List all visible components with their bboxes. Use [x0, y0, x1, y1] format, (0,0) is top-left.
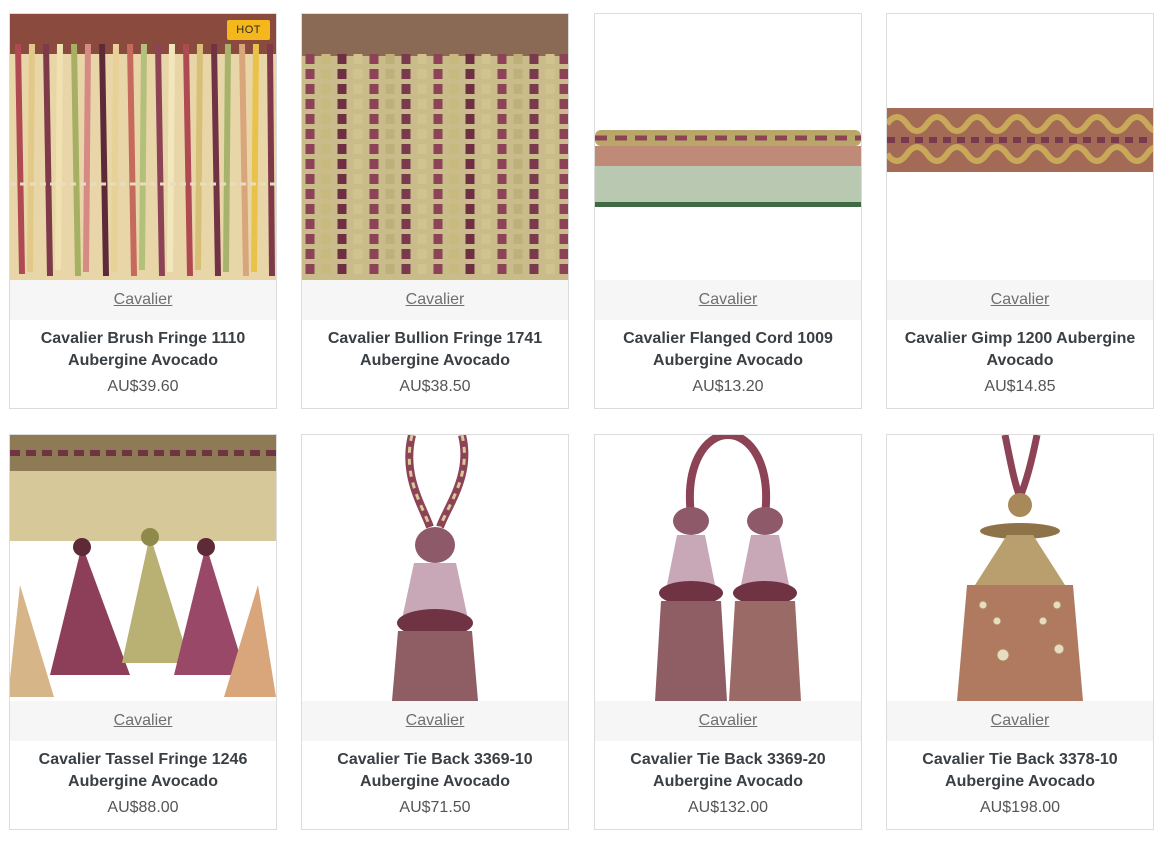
- product-card[interactable]: Cavalier Cavalier Gimp 1200 Aubergine Av…: [886, 13, 1154, 409]
- product-price: AU$132.00: [687, 799, 769, 816]
- product-title-line-2: Aubergine Avocado: [68, 773, 218, 790]
- product-image-tassel-fringe[interactable]: [10, 435, 276, 701]
- product-image-bullion-fringe[interactable]: [302, 14, 568, 280]
- product-title-line-1: Cavalier Tie Back 3369-10: [337, 751, 533, 768]
- product-price: AU$39.60: [107, 378, 179, 395]
- product-title-line-1: Cavalier Tassel Fringe 1246: [38, 751, 248, 768]
- product-grid: HOT Cavalier Cavalier Brush Fringe 1110 …: [0, 0, 1170, 845]
- product-title[interactable]: Cavalier Tie Back 3378-10 Aubergine Avoc…: [891, 749, 1149, 793]
- product-card[interactable]: Cavalier Cavalier Tie Back 3378-10 Auber…: [886, 434, 1154, 830]
- double-tie-back-image: [595, 435, 861, 701]
- product-title-line-2: Aubergine Avocado: [360, 773, 510, 790]
- brand-link[interactable]: Cavalier: [406, 712, 465, 729]
- brand-strip: Cavalier: [887, 701, 1153, 741]
- product-title[interactable]: Cavalier Brush Fringe 1110 Aubergine Avo…: [14, 328, 272, 372]
- brand-link[interactable]: Cavalier: [699, 712, 758, 729]
- brand-strip: Cavalier: [10, 280, 276, 320]
- product-title[interactable]: Cavalier Gimp 1200 Aubergine Avocado: [891, 328, 1149, 372]
- product-card[interactable]: Cavalier Cavalier Tie Back 3369-10 Auber…: [301, 434, 569, 830]
- product-title-line-1: Cavalier Gimp 1200 Aubergine: [904, 330, 1136, 347]
- brand-link[interactable]: Cavalier: [114, 291, 173, 308]
- brand-link[interactable]: Cavalier: [406, 291, 465, 308]
- brand-strip: Cavalier: [302, 280, 568, 320]
- bullion-fringe-image: [302, 14, 568, 280]
- beaded-tie-back-image: [887, 435, 1153, 701]
- product-title-line-2: Aubergine Avocado: [653, 352, 803, 369]
- product-image-brush-fringe[interactable]: HOT: [10, 14, 276, 280]
- product-card[interactable]: Cavalier Cavalier Tie Back 3369-20 Auber…: [594, 434, 862, 830]
- product-title-line-1: Cavalier Bullion Fringe 1741: [327, 330, 543, 347]
- brush-fringe-image: [10, 14, 276, 280]
- product-title-line-1: Cavalier Tie Back 3378-10: [922, 751, 1118, 768]
- brand-link[interactable]: Cavalier: [991, 712, 1050, 729]
- product-title-line-2: Aubergine Avocado: [945, 773, 1095, 790]
- brand-strip: Cavalier: [595, 701, 861, 741]
- product-image-tie-back-3369-10[interactable]: [302, 435, 568, 701]
- tie-back-image: [302, 435, 568, 701]
- brand-strip: Cavalier: [10, 701, 276, 741]
- brand-strip: Cavalier: [302, 701, 568, 741]
- product-image-flanged-cord[interactable]: [595, 14, 861, 280]
- flanged-cord-image: [595, 14, 861, 280]
- tassel-fringe-image: [10, 435, 276, 701]
- brand-strip: Cavalier: [887, 280, 1153, 320]
- product-price: AU$198.00: [979, 799, 1061, 816]
- brand-link[interactable]: Cavalier: [699, 291, 758, 308]
- gimp-image: [887, 14, 1153, 280]
- product-image-tie-back-3378-10[interactable]: [887, 435, 1153, 701]
- hot-badge: HOT: [227, 20, 270, 40]
- product-title-line-1: Cavalier Flanged Cord 1009: [623, 330, 833, 347]
- product-title[interactable]: Cavalier Tie Back 3369-10 Aubergine Avoc…: [306, 749, 564, 793]
- product-image-tie-back-3369-20[interactable]: [595, 435, 861, 701]
- brand-link[interactable]: Cavalier: [114, 712, 173, 729]
- brand-strip: Cavalier: [595, 280, 861, 320]
- product-title-line-2: Aubergine Avocado: [68, 352, 218, 369]
- product-card[interactable]: Cavalier Cavalier Bullion Fringe 1741 Au…: [301, 13, 569, 409]
- product-title-line-2: Aubergine Avocado: [653, 773, 803, 790]
- product-title-line-2: Aubergine Avocado: [360, 352, 510, 369]
- product-card[interactable]: Cavalier Cavalier Tassel Fringe 1246 Aub…: [9, 434, 277, 830]
- product-price: AU$38.50: [399, 378, 471, 395]
- brand-link[interactable]: Cavalier: [991, 291, 1050, 308]
- product-title[interactable]: Cavalier Flanged Cord 1009 Aubergine Avo…: [599, 328, 857, 372]
- product-title-line-1: Cavalier Tie Back 3369-20: [630, 751, 826, 768]
- product-price: AU$71.50: [399, 799, 471, 816]
- product-title[interactable]: Cavalier Bullion Fringe 1741 Aubergine A…: [306, 328, 564, 372]
- product-title-line-1: Cavalier Brush Fringe 1110: [40, 330, 246, 347]
- product-price: AU$13.20: [692, 378, 764, 395]
- product-image-gimp[interactable]: [887, 14, 1153, 280]
- product-title[interactable]: Cavalier Tassel Fringe 1246 Aubergine Av…: [14, 749, 272, 793]
- product-card[interactable]: Cavalier Cavalier Flanged Cord 1009 Aube…: [594, 13, 862, 409]
- product-title-line-2: Avocado: [986, 352, 1054, 369]
- product-title[interactable]: Cavalier Tie Back 3369-20 Aubergine Avoc…: [599, 749, 857, 793]
- product-price: AU$88.00: [107, 799, 179, 816]
- product-card[interactable]: HOT Cavalier Cavalier Brush Fringe 1110 …: [9, 13, 277, 409]
- product-price: AU$14.85: [984, 378, 1056, 395]
